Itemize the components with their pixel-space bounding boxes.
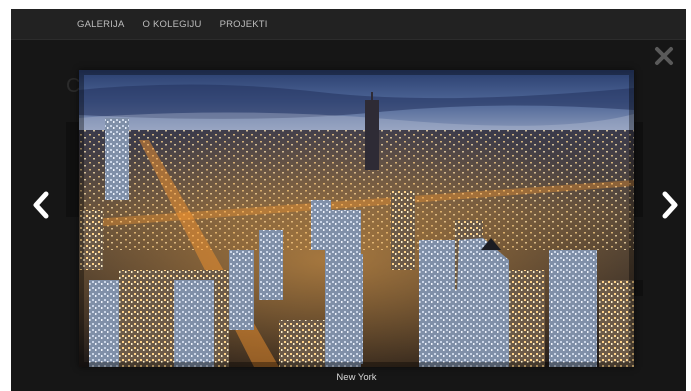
city-skyline-photo: [79, 70, 634, 367]
nav-item-projekti[interactable]: PROJEKTI: [220, 19, 268, 30]
background-block-right: [633, 122, 643, 217]
lightbox-image: [79, 70, 634, 367]
chevron-right-icon[interactable]: [659, 190, 681, 220]
nav-menu: GALERIJA O KOLEGIJU PROJEKTI: [77, 9, 286, 39]
chevron-left-icon[interactable]: [30, 190, 52, 220]
top-navbar: GALERIJA O KOLEGIJU PROJEKTI: [11, 9, 686, 40]
nav-item-o-kolegiju[interactable]: O KOLEGIJU: [143, 19, 202, 30]
viewport: C GALERIJA O KOLEGIJU PROJEKTI New York: [0, 0, 691, 391]
background-block-left: [66, 122, 80, 217]
nav-item-galerija[interactable]: GALERIJA: [77, 19, 125, 30]
background-heading: C: [66, 75, 81, 97]
lightbox-caption: New York: [336, 372, 377, 383]
background-block-bottom-right: [633, 280, 643, 296]
close-icon[interactable]: [653, 45, 675, 67]
